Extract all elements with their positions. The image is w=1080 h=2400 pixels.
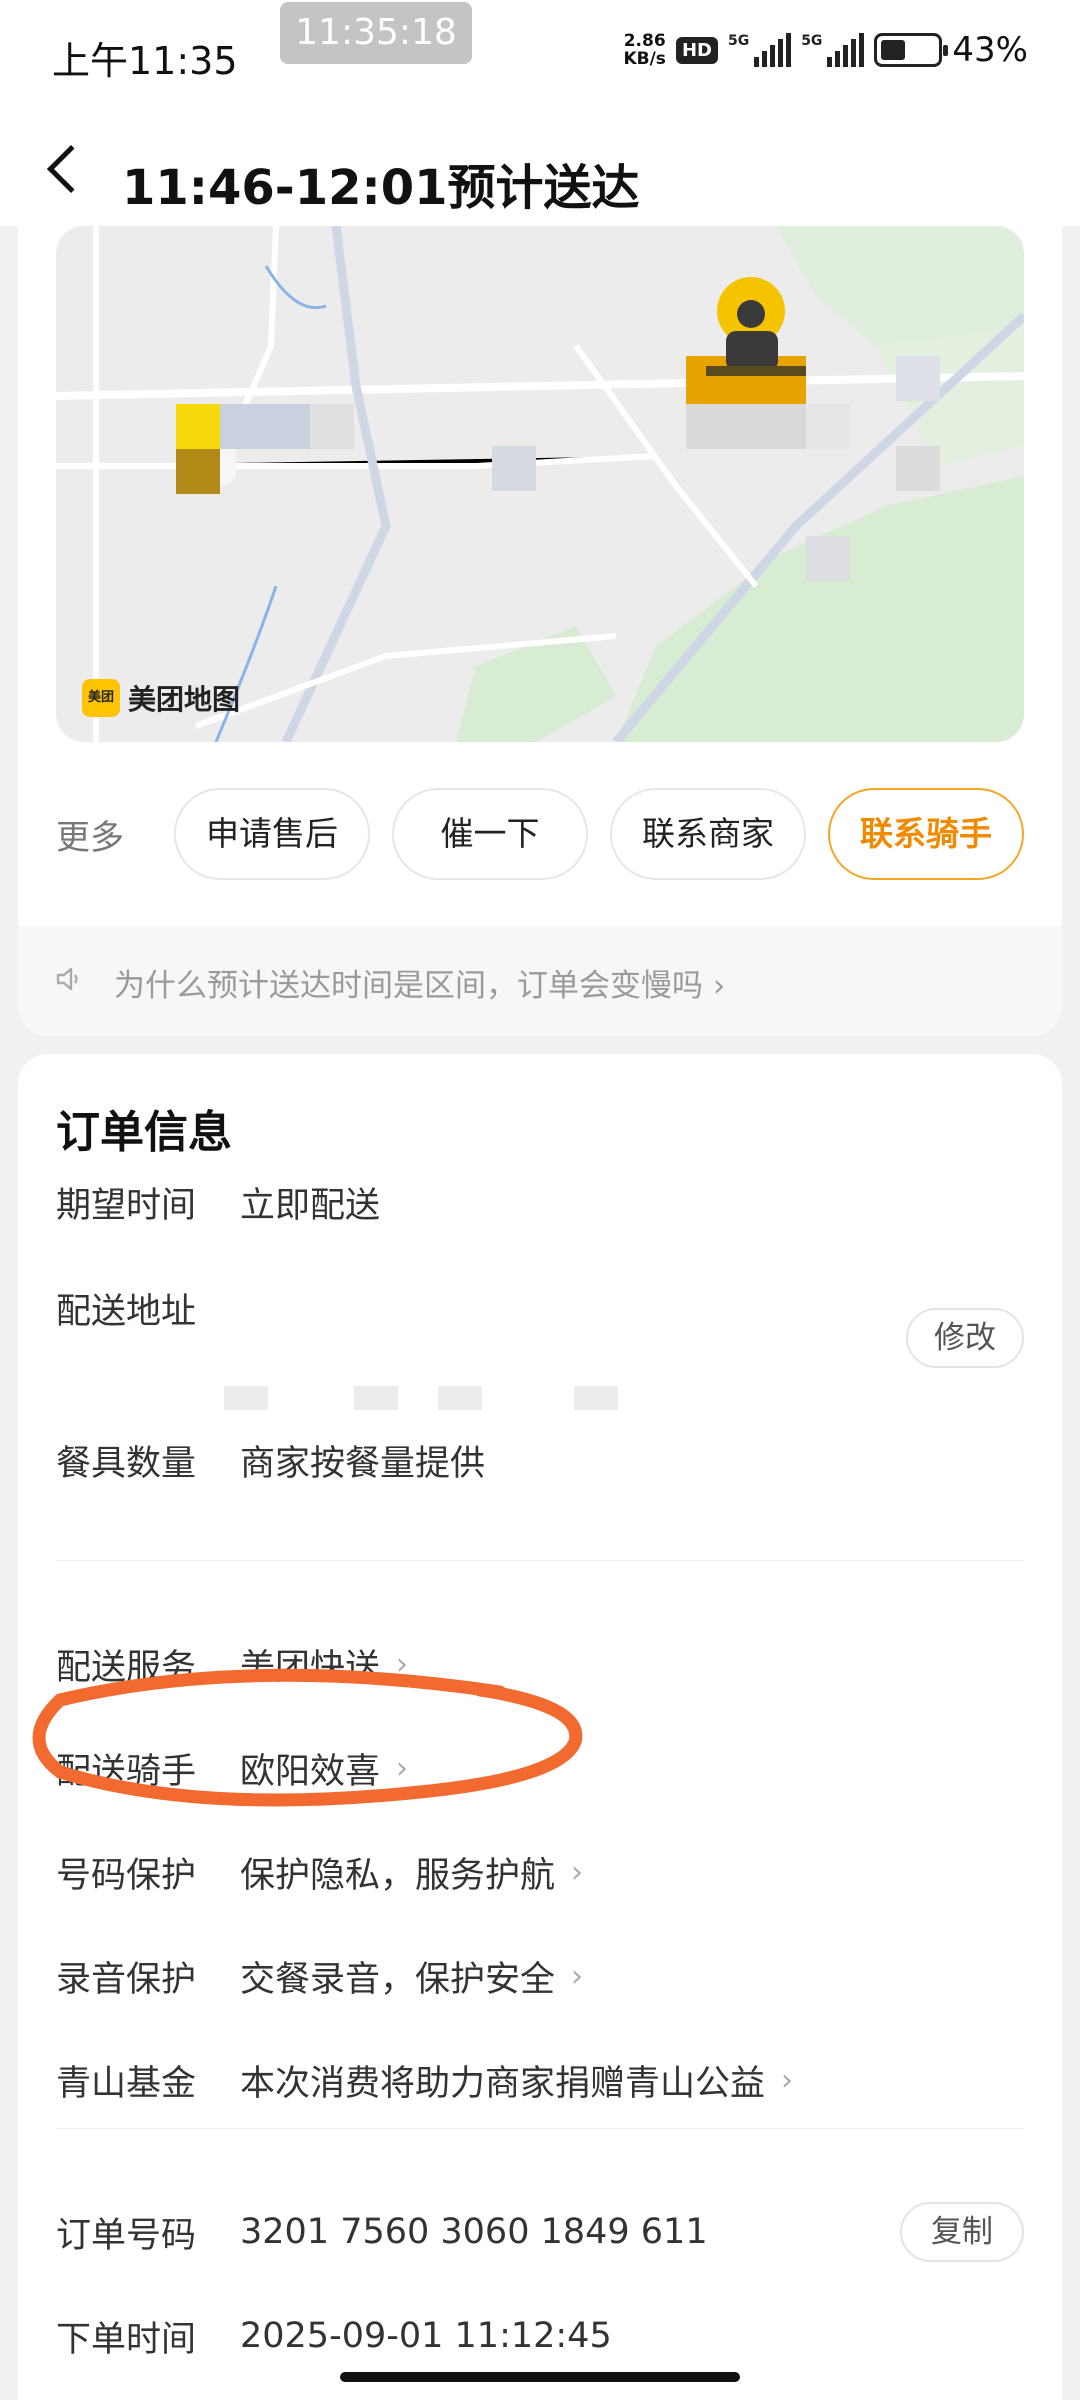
- row-address: 配送地址: [56, 1278, 240, 1338]
- order-info-card: 订单信息 期望时间 立即配送 配送地址 修改 餐具数量 商家按餐量提供 配送服务…: [18, 1054, 1062, 2400]
- delivery-card: 美团 美团地图 更多 申请售后 催一下 联系商家 联系骑手 为什么预计送达时间是…: [18, 210, 1062, 1036]
- screenshot-time-overlay: 11:35:18: [280, 2, 472, 64]
- row-value: 立即配送: [240, 1185, 381, 1226]
- map-logo: 美团 美团地图: [82, 678, 240, 718]
- row-label: 配送服务: [56, 1647, 197, 1688]
- network-speed-value: 2.86: [623, 31, 666, 51]
- row-label: 下单时间: [56, 2319, 197, 2360]
- row-delivery-service[interactable]: 配送服务 美团快送 ›: [56, 1634, 408, 1694]
- more-button[interactable]: 更多: [56, 810, 124, 859]
- row-green-fund[interactable]: 青山基金 本次消费将助力商家捐赠青山公益 ›: [56, 2050, 793, 2110]
- row-value: 交餐录音，保护安全: [240, 1959, 556, 2000]
- hd-icon: HD: [675, 36, 718, 64]
- battery-percent: 43%: [952, 30, 1028, 70]
- contact-rider-button[interactable]: 联系骑手: [828, 788, 1024, 880]
- chevron-right-icon: ›: [396, 1646, 409, 1682]
- row-label: 期望时间: [56, 1185, 197, 1226]
- row-label: 录音保护: [56, 1959, 197, 2000]
- row-expected-time: 期望时间 立即配送: [56, 1172, 380, 1232]
- after-sales-button[interactable]: 申请售后: [174, 788, 370, 880]
- order-time-value: 2025-09-01 11:12:45: [240, 2316, 612, 2356]
- map-canvas: [56, 226, 1024, 742]
- page-title: 11:46-12:01预计送达: [122, 160, 640, 216]
- status-icons: 2.86 KB/s HD 5G 5G 43%: [623, 30, 1028, 70]
- signal-label-1: 5G: [727, 33, 750, 49]
- signal-label-2: 5G: [801, 33, 823, 49]
- chevron-right-icon: ›: [781, 2062, 794, 2098]
- action-bar: 更多 申请售后 催一下 联系商家 联系骑手: [18, 788, 1062, 880]
- row-value: 欧阳效喜: [240, 1751, 381, 1792]
- signal-icon-2: 5G: [801, 33, 865, 67]
- order-info-title: 订单信息: [56, 1107, 232, 1158]
- network-speed: 2.86 KB/s: [623, 32, 665, 68]
- eta-notice-text: 为什么预计送达时间是区间，订单会变慢吗 ›: [114, 960, 725, 1005]
- row-value: 保护隐私，服务护航: [240, 1855, 556, 1896]
- row-label: 号码保护: [56, 1855, 197, 1896]
- row-audio-protection[interactable]: 录音保护 交餐录音，保护安全 ›: [56, 1946, 583, 2006]
- nav-header: 11:46-12:01预计送达: [0, 108, 1080, 226]
- eta-notice-label: 为什么预计送达时间是区间，订单会变慢吗: [114, 968, 703, 1004]
- row-value: 美团快送: [240, 1647, 381, 1688]
- order-number-value: 3201 7560 3060 1849 611: [240, 2212, 708, 2252]
- speaker-icon: [56, 967, 78, 991]
- row-number-protection[interactable]: 号码保护 保护隐私，服务护航 ›: [56, 1842, 583, 1902]
- row-label: 青山基金: [56, 2063, 197, 2104]
- row-label: 配送地址: [56, 1291, 197, 1332]
- row-rider[interactable]: 配送骑手 欧阳效喜 ›: [56, 1738, 408, 1798]
- chevron-right-icon: ›: [712, 968, 726, 1004]
- divider: [56, 1560, 1024, 1561]
- home-indicator[interactable]: [340, 2372, 740, 2382]
- map-logo-text: 美团地图: [128, 683, 241, 716]
- row-order-time: 下单时间 2025-09-01 11:12:45: [56, 2306, 612, 2366]
- row-tableware: 餐具数量 商家按餐量提供: [56, 1430, 485, 1490]
- copy-order-number-button[interactable]: 复制: [900, 2202, 1024, 2262]
- row-label: 配送骑手: [56, 1751, 197, 1792]
- row-value: 商家按餐量提供: [240, 1443, 486, 1484]
- delivery-map[interactable]: 美团 美团地图: [56, 226, 1024, 742]
- divider: [56, 2128, 1024, 2129]
- battery-icon: [874, 33, 949, 67]
- chevron-right-icon: ›: [571, 1854, 584, 1890]
- row-order-number: 订单号码 3201 7560 3060 1849 611: [56, 2202, 708, 2262]
- network-speed-unit: KB/s: [623, 49, 666, 69]
- row-value: 本次消费将助力商家捐赠青山公益: [240, 2063, 766, 2104]
- edit-address-button[interactable]: 修改: [906, 1308, 1024, 1368]
- chevron-right-icon: ›: [396, 1750, 409, 1786]
- back-arrow-icon[interactable]: [46, 144, 96, 194]
- urge-button[interactable]: 催一下: [392, 788, 588, 880]
- meituan-logo-icon: 美团: [82, 679, 120, 717]
- row-label: 订单号码: [56, 2215, 197, 2256]
- chevron-right-icon: ›: [571, 1958, 584, 1994]
- contact-merchant-button[interactable]: 联系商家: [610, 788, 806, 880]
- status-bar: 上午11:35 11:35:18 2.86 KB/s HD 5G 5G 43%: [0, 0, 1080, 108]
- row-label: 餐具数量: [56, 1443, 197, 1484]
- status-time: 上午11:35: [52, 39, 238, 83]
- eta-notice[interactable]: 为什么预计送达时间是区间，订单会变慢吗 ›: [18, 926, 1062, 1036]
- signal-icon-1: 5G: [727, 33, 792, 67]
